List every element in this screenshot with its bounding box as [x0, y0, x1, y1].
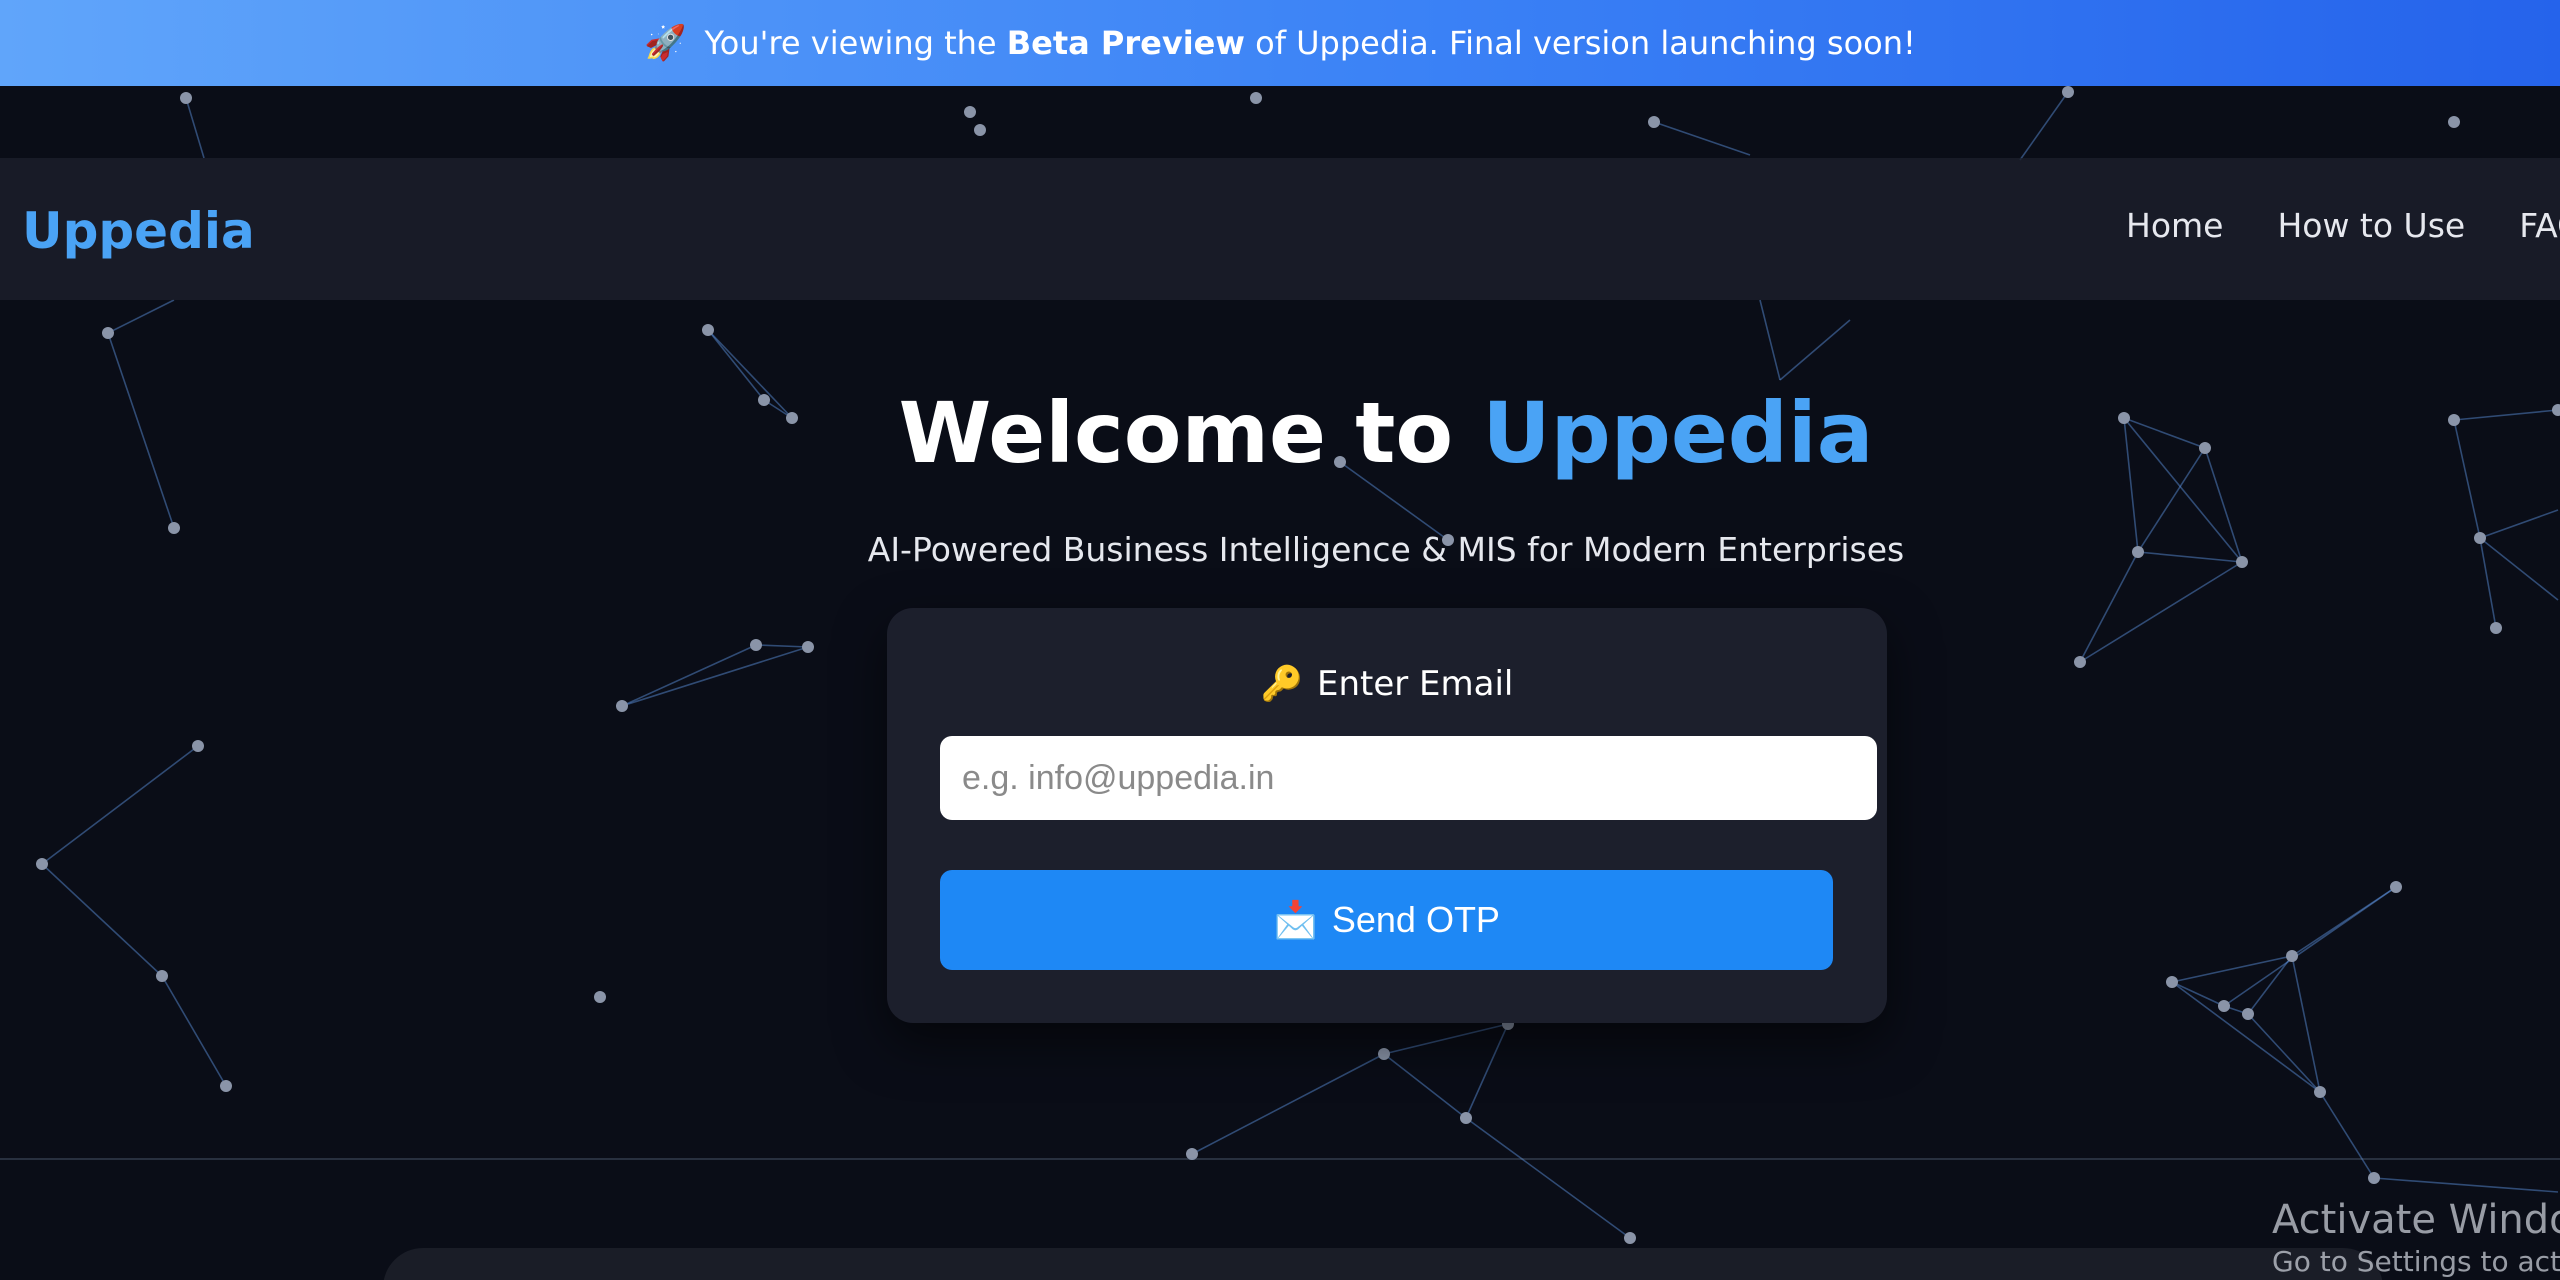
network-line — [2319, 1091, 2375, 1179]
network-line — [1191, 1053, 1385, 1155]
network-line — [2291, 955, 2321, 1093]
network-node — [802, 641, 814, 653]
network-line — [1383, 1053, 1467, 1119]
nav-link-how-to-use[interactable]: How to Use — [2277, 206, 2465, 245]
network-line — [2223, 886, 2397, 1007]
banner-text-start: You're viewing the — [704, 24, 1007, 62]
network-node — [1378, 1048, 1390, 1060]
network-node — [102, 327, 114, 339]
navbar: Uppedia Home How to Use FAQ — [0, 158, 2560, 300]
network-node — [156, 970, 168, 982]
network-line — [185, 97, 205, 159]
network-line — [2171, 955, 2293, 983]
nav-links: Home How to Use FAQ — [2126, 206, 2560, 245]
nav-link-faq[interactable]: FAQ — [2519, 206, 2560, 245]
network-node — [1624, 1232, 1636, 1244]
email-label-text: Enter Email — [1316, 664, 1514, 704]
network-node — [702, 324, 714, 336]
network-line — [1653, 121, 1751, 156]
network-node — [2448, 116, 2460, 128]
banner-text-strong: Beta Preview — [1006, 24, 1245, 62]
network-node — [1460, 1112, 1472, 1124]
network-node — [2074, 656, 2086, 668]
network-node — [2062, 86, 2074, 98]
network-node — [192, 740, 204, 752]
network-node — [2368, 1172, 2380, 1184]
network-line — [161, 975, 227, 1087]
network-node — [750, 639, 762, 651]
key-icon: 🔑 — [1260, 664, 1303, 704]
network-line — [41, 745, 199, 865]
email-label: 🔑 Enter Email — [887, 664, 1887, 704]
network-line — [107, 299, 175, 334]
send-otp-button[interactable]: 📩 Send OTP — [940, 870, 1833, 970]
page-title: Welcome to Uppedia — [0, 384, 2560, 482]
network-line — [2171, 981, 2225, 1007]
logo[interactable]: Uppedia — [22, 202, 255, 260]
network-node — [964, 106, 976, 118]
network-node — [1648, 116, 1660, 128]
network-line — [1465, 1117, 1631, 1239]
activate-windows-watermark: Activate Windows Go to Settings to activ… — [2272, 1196, 2560, 1280]
network-line — [2079, 561, 2243, 663]
network-node — [2242, 1008, 2254, 1020]
envelope-icon: 📩 — [1273, 899, 1318, 940]
network-node — [974, 124, 986, 136]
network-node — [2390, 881, 2402, 893]
network-line — [2019, 91, 2069, 161]
network-node — [2166, 976, 2178, 988]
page-subtitle: AI-Powered Business Intelligence & MIS f… — [867, 530, 1905, 569]
page-root: 🚀 You're viewing the Beta Preview of Upp… — [0, 0, 2560, 1280]
network-line — [1759, 299, 1781, 381]
network-node — [180, 92, 192, 104]
network-line — [755, 644, 809, 648]
network-node — [2218, 1000, 2230, 1012]
network-line — [621, 646, 809, 707]
network-node — [36, 858, 48, 870]
watermark-title: Activate Windows — [2272, 1197, 2560, 1243]
network-line — [1779, 319, 1851, 381]
beta-banner: 🚀 You're viewing the Beta Preview of Upp… — [0, 0, 2560, 86]
email-field[interactable] — [940, 736, 1877, 820]
nav-link-home[interactable]: Home — [2126, 206, 2223, 245]
watermark-subtitle: Go to Settings to activate Windows. — [2272, 1245, 2560, 1278]
title-brand: Uppedia — [1482, 384, 1874, 482]
banner-text-end: of Uppedia. Final version launching soon… — [1244, 24, 1916, 62]
network-line — [1383, 1023, 1509, 1055]
network-line — [2373, 1177, 2559, 1193]
network-line — [2171, 981, 2321, 1093]
section-divider — [0, 1158, 2560, 1160]
network-node — [2314, 1086, 2326, 1098]
network-line — [1465, 1023, 1509, 1119]
bottom-panel — [383, 1248, 2383, 1280]
network-line — [2247, 1013, 2321, 1093]
network-node — [1250, 92, 1262, 104]
login-card: 🔑 Enter Email 📩 Send OTP — [887, 608, 1887, 1023]
network-node — [2490, 622, 2502, 634]
send-otp-label: Send OTP — [1331, 899, 1500, 940]
network-line — [41, 863, 163, 977]
network-node — [2286, 950, 2298, 962]
network-node — [220, 1080, 232, 1092]
rocket-icon: 🚀 — [644, 23, 687, 63]
network-node — [616, 700, 628, 712]
network-node — [594, 991, 606, 1003]
title-prefix: Welcome to — [898, 384, 1483, 482]
network-line — [621, 644, 757, 707]
